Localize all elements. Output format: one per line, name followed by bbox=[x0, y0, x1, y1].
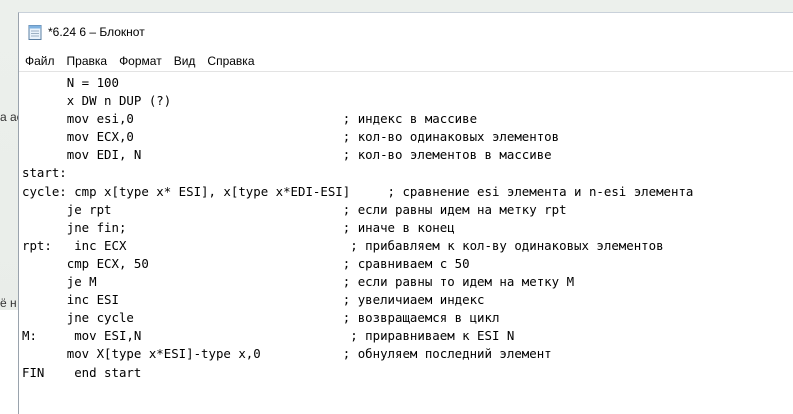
background-text-snippet: а ас bbox=[0, 110, 20, 124]
code-line: N = 100 bbox=[22, 75, 119, 90]
menu-file[interactable]: Файл bbox=[25, 54, 61, 68]
code-line: FIN end start bbox=[22, 364, 142, 380]
code-line: jne fin; ; иначе в конец bbox=[22, 219, 455, 235]
code-line: mov EDI, N ; кол-во элементов в массиве bbox=[22, 147, 552, 163]
code-line: je M ; если равны то идем на метку M bbox=[22, 274, 575, 290]
code-line: cycle: cmp x[type x* ESI], x[type x*EDI-… bbox=[22, 183, 694, 199]
code-line: M: mov ESI,N ; приравниваем к ESI N bbox=[22, 328, 515, 344]
code-line: mov X[type x*ESI]-type x,0 ; обнуляем по… bbox=[22, 346, 552, 362]
notepad-window: *6.24 6 – Блокнот Файл Правка Формат Вид… bbox=[18, 12, 793, 414]
code-line: je rpt ; если равны идем на метку rpt bbox=[22, 201, 567, 217]
window-title: *6.24 6 – Блокнот bbox=[48, 25, 145, 39]
background-text-snippet: ё н bbox=[0, 296, 17, 310]
code-line: start: bbox=[22, 165, 67, 181]
menu-view[interactable]: Вид bbox=[174, 54, 202, 68]
menu-bar: Файл Правка Формат Вид Справка bbox=[19, 51, 793, 71]
menu-format[interactable]: Формат bbox=[119, 54, 168, 68]
code-line: inc ESI ; увеличиаем индекс bbox=[22, 292, 485, 308]
background-panel bbox=[0, 310, 20, 414]
menu-edit[interactable]: Правка bbox=[67, 54, 114, 68]
notepad-icon bbox=[28, 24, 42, 40]
code-line: jne cycle ; возвращаемся в цикл bbox=[22, 310, 500, 326]
code-line: cmp ECX, 50 ; сравниваем с 50 bbox=[22, 255, 470, 271]
title-bar[interactable]: *6.24 6 – Блокнот bbox=[19, 13, 793, 51]
code-line: rpt: inc ECX ; прибавляем к кол-ву одина… bbox=[22, 237, 664, 253]
code-line: mov ECX,0 ; кол-во одинаковых элементов bbox=[22, 129, 560, 145]
code-line: mov esi,0 ; индекс в массиве bbox=[22, 111, 478, 127]
menu-help[interactable]: Справка bbox=[207, 54, 260, 68]
text-editor-area[interactable]: N = 100 x DW n DUP (?) mov esi,0 ; индек… bbox=[19, 71, 793, 414]
code-line: x DW n DUP (?) bbox=[22, 93, 172, 109]
